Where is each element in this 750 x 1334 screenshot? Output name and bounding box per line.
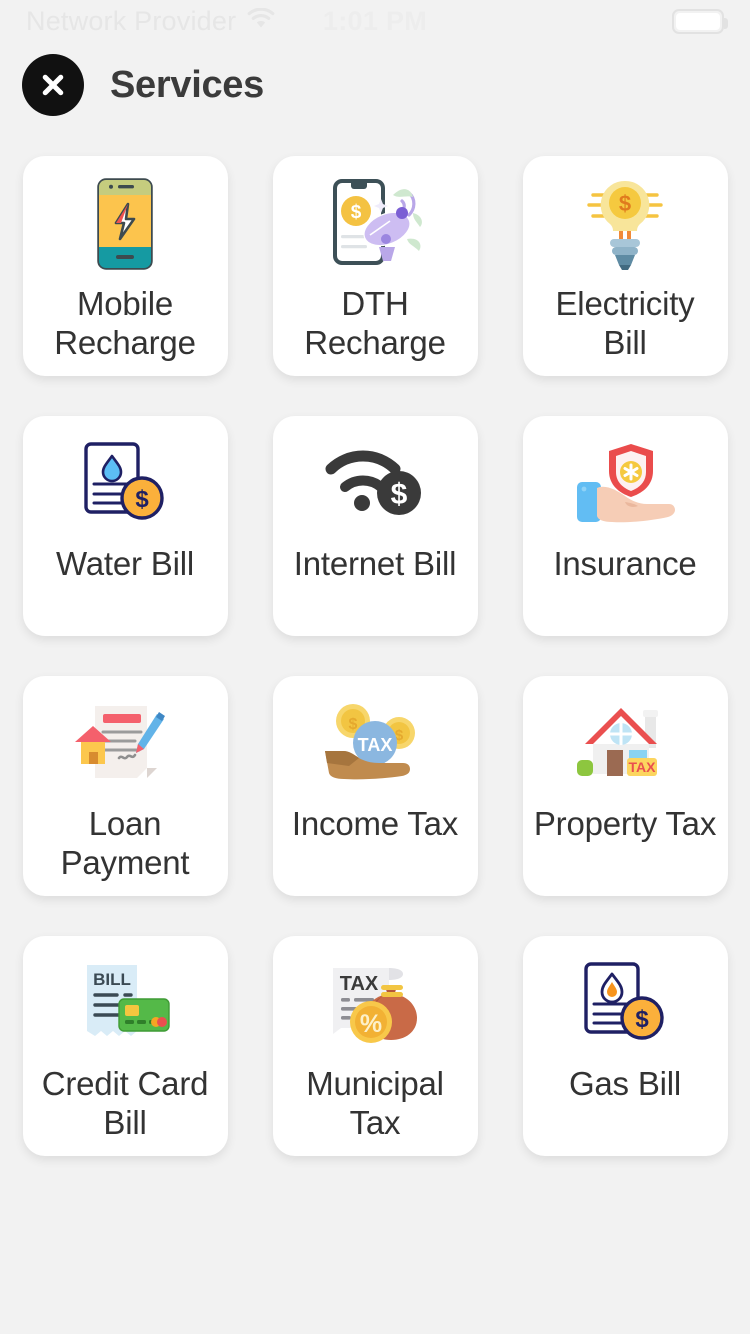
service-card-property-tax[interactable]: TAX Property Tax: [522, 676, 728, 896]
service-card-loan-payment[interactable]: Loan Payment: [22, 676, 228, 896]
service-card-credit-card-bill[interactable]: BILL Credit Card Bill: [22, 936, 228, 1156]
mobile-recharge-icon: [70, 176, 180, 272]
svg-text:$: $: [619, 191, 631, 216]
service-card-dth-recharge[interactable]: $ DTH Recharge: [272, 156, 478, 376]
income-tax-badge-text: TAX: [358, 735, 393, 755]
page-title: Services: [110, 63, 264, 106]
municipal-tax-heading-text: TAX: [340, 973, 379, 995]
close-button[interactable]: [22, 54, 84, 116]
service-card-internet-bill[interactable]: $ Internet Bill: [272, 416, 478, 636]
service-label: Gas Bill: [568, 1065, 682, 1102]
service-label: Mobile Recharge: [54, 285, 196, 361]
svg-text:$: $: [635, 1006, 649, 1033]
insurance-icon: [570, 436, 680, 532]
services-grid: Mobile Recharge $ DTH Recharge $ Electri…: [0, 128, 750, 1156]
status-bar-right: [672, 8, 728, 34]
electricity-bill-icon: $: [570, 176, 680, 272]
service-label: Property Tax: [533, 805, 717, 842]
service-card-municipal-tax[interactable]: TAX % Municipal Tax: [272, 936, 478, 1156]
internet-bill-icon: $: [320, 436, 430, 532]
status-bar: Network Provider 1:01 PM: [0, 0, 750, 42]
service-label: Insurance: [553, 545, 697, 582]
loan-payment-icon: [70, 696, 180, 792]
svg-text:$: $: [391, 478, 408, 511]
service-card-insurance[interactable]: Insurance: [522, 416, 728, 636]
municipal-tax-icon: TAX %: [320, 956, 430, 1052]
service-label: Income Tax: [291, 805, 459, 842]
service-card-income-tax[interactable]: $ $ TAX Income Tax: [272, 676, 478, 896]
svg-text:$: $: [351, 202, 362, 223]
service-label: Internet Bill: [293, 545, 457, 582]
water-bill-icon: $: [70, 436, 180, 532]
svg-text:%: %: [360, 1010, 382, 1038]
service-card-mobile-recharge[interactable]: Mobile Recharge: [22, 156, 228, 376]
property-tax-sign-text: TAX: [629, 759, 657, 775]
svg-text:$: $: [135, 486, 149, 513]
service-card-water-bill[interactable]: $ Water Bill: [22, 416, 228, 636]
page-header: Services: [0, 42, 750, 128]
service-label: Municipal Tax: [306, 1065, 444, 1141]
status-bar-time: 1:01 PM: [322, 5, 428, 36]
svg-text:$: $: [349, 716, 358, 733]
service-label: Loan Payment: [60, 805, 190, 881]
service-label: Electricity Bill: [555, 285, 695, 361]
service-card-electricity-bill[interactable]: $ Electricity Bill: [522, 156, 728, 376]
credit-card-bill-icon: BILL: [70, 956, 180, 1052]
credit-card-bill-heading-text: BILL: [93, 970, 131, 989]
service-label: Water Bill: [56, 545, 194, 582]
service-label: Credit Card Bill: [41, 1065, 209, 1141]
income-tax-icon: $ $ TAX: [320, 696, 430, 792]
property-tax-icon: TAX: [570, 696, 680, 792]
service-card-gas-bill[interactable]: $ Gas Bill: [522, 936, 728, 1156]
dth-recharge-icon: $: [320, 176, 430, 272]
gas-bill-icon: $: [570, 956, 680, 1052]
service-label: DTH Recharge: [304, 285, 446, 361]
battery-full-icon: [672, 8, 728, 34]
